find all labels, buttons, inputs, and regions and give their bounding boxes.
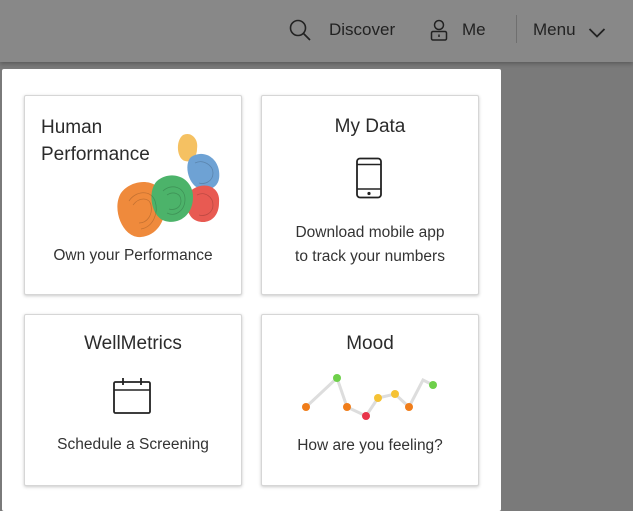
mood-line-graph (302, 374, 437, 420)
tile-subtitle: Download mobile app to track your number… (295, 224, 445, 265)
human-performance-tile[interactable]: Human Performance Own your Performance (24, 95, 242, 295)
me-label: Me (462, 20, 486, 39)
tile-subtitle: How are you feeling? (297, 437, 443, 454)
search-icon (289, 19, 311, 41)
calendar-icon (113, 378, 151, 414)
tile-subtitle: Schedule a Screening (57, 436, 209, 453)
discover-label: Discover (329, 20, 396, 39)
menu-label: Menu (533, 20, 576, 39)
discover-nav-link[interactable]: Discover (289, 0, 395, 60)
my-data-tile[interactable]: My Data Download mobile app to track you… (261, 95, 479, 295)
tile-title: WellMetrics (84, 333, 182, 354)
user-lock-icon (430, 19, 448, 41)
me-nav-link[interactable]: Me (430, 0, 486, 60)
smartphone-icon (356, 157, 382, 199)
tile-title: My Data (334, 116, 406, 137)
menu-toggle[interactable]: Menu (533, 0, 606, 60)
fingerprint-blobs-illustration (117, 133, 220, 238)
nav-divider (516, 15, 517, 43)
tile-subtitle: Own your Performance (53, 247, 213, 264)
mood-tile[interactable]: Mood How are you feeling? (261, 314, 479, 486)
tile-title: Mood (346, 333, 394, 354)
chevron-down-icon (588, 27, 606, 39)
wellmetrics-tile[interactable]: WellMetrics Schedule a Screening (24, 314, 242, 486)
top-navigation-bar: Discover Me Menu (0, 0, 633, 62)
menu-dropdown-panel: Human Performance Own your Performance M… (2, 69, 501, 511)
